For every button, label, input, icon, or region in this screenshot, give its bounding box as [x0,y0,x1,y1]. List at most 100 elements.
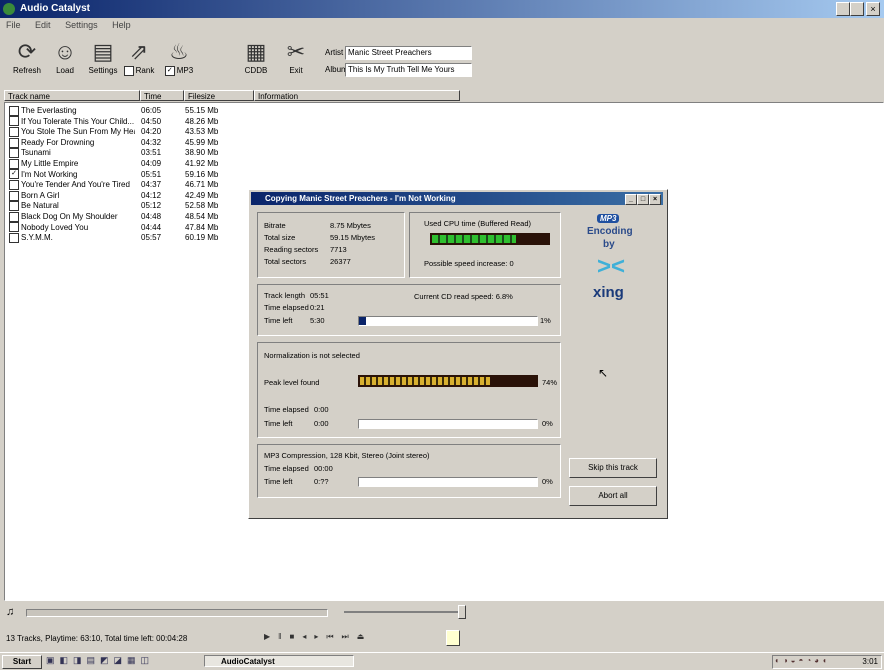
copy-dialog: Copying Manic Street Preachers - I'm Not… [248,189,668,519]
table-row[interactable]: My Little Empire 04:09 41.92 Mb [5,158,255,169]
table-row[interactable]: Black Dog On My Shoulder 04:48 48.54 Mb [5,211,255,222]
menu-help[interactable]: Help [112,20,131,30]
dialog-maximize-button[interactable]: □ [637,194,649,205]
track-size: 47.84 Mb [185,222,219,232]
menu-file[interactable]: File [6,20,21,30]
track-size: 48.26 Mb [185,116,219,126]
rank-checkbox[interactable] [123,66,134,76]
exit-icon: ✂ [286,39,306,64]
reading-sectors-value: 7713 [330,245,347,254]
track-checkbox[interactable] [9,105,19,116]
rewind-icon[interactable]: ◂ [302,632,314,641]
quick-launch-icons[interactable]: ▣◧◨▤◩◪▦◫ [46,655,154,666]
track-name: My Little Empire [9,158,135,169]
cddb-button[interactable]: ▦ CDDB [237,38,275,75]
track-time: 04:09 [141,159,162,168]
track-time: 04:12 [141,190,162,200]
player-area: ♫ 13 Tracks, Playtime: 63:10, Total time… [0,603,884,651]
mp3-checkbox[interactable]: ✓ [164,66,175,76]
track-time: 04:48 [141,212,162,221]
track-size: 45.99 Mb [185,137,219,147]
skip-track-button[interactable]: Skip this track [569,458,657,478]
logo-mp3: MP3 [597,214,620,223]
track-checkbox[interactable] [9,158,19,169]
normalization-status: Normalization is not selected [264,351,360,360]
column-information[interactable]: Information [254,90,460,101]
stop-icon[interactable]: ■ [289,632,302,641]
load-button[interactable]: ☺ Load [46,38,84,75]
track-size: 38.90 Mb [185,148,219,158]
table-row[interactable]: You Stole The Sun From My Heart 04:20 43.5… [5,126,255,138]
table-row[interactable]: You're Tender And You're Tired 04:37 46.71… [5,179,255,191]
tray-icons[interactable]: ◐◑◒◓◔◕◖ [775,656,830,665]
note-icon[interactable] [446,630,460,646]
track-name: ✓ I'm Not Working [9,169,135,180]
total-sectors-value: 26377 [330,257,351,266]
exit-button[interactable]: ✂ Exit [277,38,315,75]
track-checkbox[interactable] [9,127,19,138]
rank-button[interactable]: ⇗ Rank [120,38,158,76]
task-button-audiocatalyst[interactable]: AudioCatalyst [204,655,354,667]
mp3-button[interactable]: ♨ ✓ MP3 [160,38,198,76]
maximize-button[interactable] [850,2,864,16]
track-title: The Everlasting [21,106,77,115]
album-field[interactable]: This Is My Truth Tell Me Yours [345,63,472,77]
exit-label: Exit [289,66,303,75]
table-row[interactable]: S.Y.M.M. 05:57 60.19 Mb [5,232,255,244]
play-icon[interactable]: ▶ [264,632,278,641]
table-row[interactable]: If You Tolerate This Your Child... 04:50 4… [5,116,255,127]
track-name: S.Y.M.M. [9,232,135,244]
pause-icon[interactable]: ‖ [278,632,289,641]
table-row[interactable]: Nobody Loved You 04:44 47.84 Mb [5,222,255,233]
dialog-minimize-button[interactable]: _ [625,194,637,205]
position-slider[interactable] [26,609,328,617]
next-icon[interactable]: ⏭ [342,632,357,641]
table-row[interactable]: The Everlasting 06:05 55.15 Mb [5,105,255,116]
track-checkbox[interactable] [9,190,19,201]
track-time: 04:50 [141,116,162,126]
volume-slider-thumb[interactable] [458,605,466,619]
menu-edit[interactable]: Edit [35,20,51,30]
track-time: 04:44 [141,222,162,232]
start-button[interactable]: Start [2,655,42,669]
time-left-label: Time left [264,316,293,325]
forward-icon[interactable]: ▸ [314,632,326,641]
table-row[interactable]: Ready For Drowning 04:32 45.99 Mb [5,137,255,148]
artist-field[interactable]: Manic Street Preachers [345,46,472,60]
close-button[interactable]: × [866,2,880,16]
track-size: 59.16 Mb [185,169,219,179]
abort-all-button[interactable]: Abort all [569,486,657,506]
column-filesize[interactable]: Filesize [184,90,254,101]
mp3-label: ✓ MP3 [160,66,198,76]
track-size: 55.15 Mb [185,106,219,115]
track-checkbox[interactable]: ✓ [9,169,19,180]
table-row[interactable]: ✓ I'm Not Working 05:51 59.16 Mb [5,169,255,180]
track-checkbox[interactable] [9,233,19,244]
table-row[interactable]: Tsunami 03:51 38.90 Mb [5,147,255,159]
track-checkbox[interactable] [9,148,19,159]
column-time[interactable]: Time [140,90,184,101]
refresh-button[interactable]: ⟳ Refresh [8,38,46,75]
eject-icon[interactable]: ⏏ [357,632,373,641]
prev-icon[interactable]: ⏮ [326,632,341,641]
dialog-close-button[interactable]: × [649,194,661,205]
minimize-button[interactable] [836,2,850,16]
track-checkbox[interactable] [9,222,19,233]
column-track-name[interactable]: Track name [4,90,140,101]
table-row[interactable]: Be Natural 05:12 52.58 Mb [5,200,255,212]
track-checkbox[interactable] [9,137,19,148]
track-checkbox[interactable] [9,201,19,212]
table-row[interactable]: Born A Girl 04:12 42.49 Mb [5,190,255,201]
track-title: Nobody Loved You [21,222,89,232]
track-checkbox[interactable] [9,180,19,191]
menu-settings[interactable]: Settings [65,20,98,30]
track-time: 04:37 [141,180,162,190]
track-name: You're Tender And You're Tired [9,179,135,191]
track-checkbox[interactable] [9,116,19,127]
cddb-icon: ▦ [245,39,267,64]
track-size: 46.71 Mb [185,180,219,190]
norm-elapsed-label: Time elapsed [264,405,309,414]
settings-button[interactable]: ▤ Settings [84,38,122,75]
track-checkbox[interactable] [9,211,19,222]
peak-level-pct: 74% [542,378,558,387]
